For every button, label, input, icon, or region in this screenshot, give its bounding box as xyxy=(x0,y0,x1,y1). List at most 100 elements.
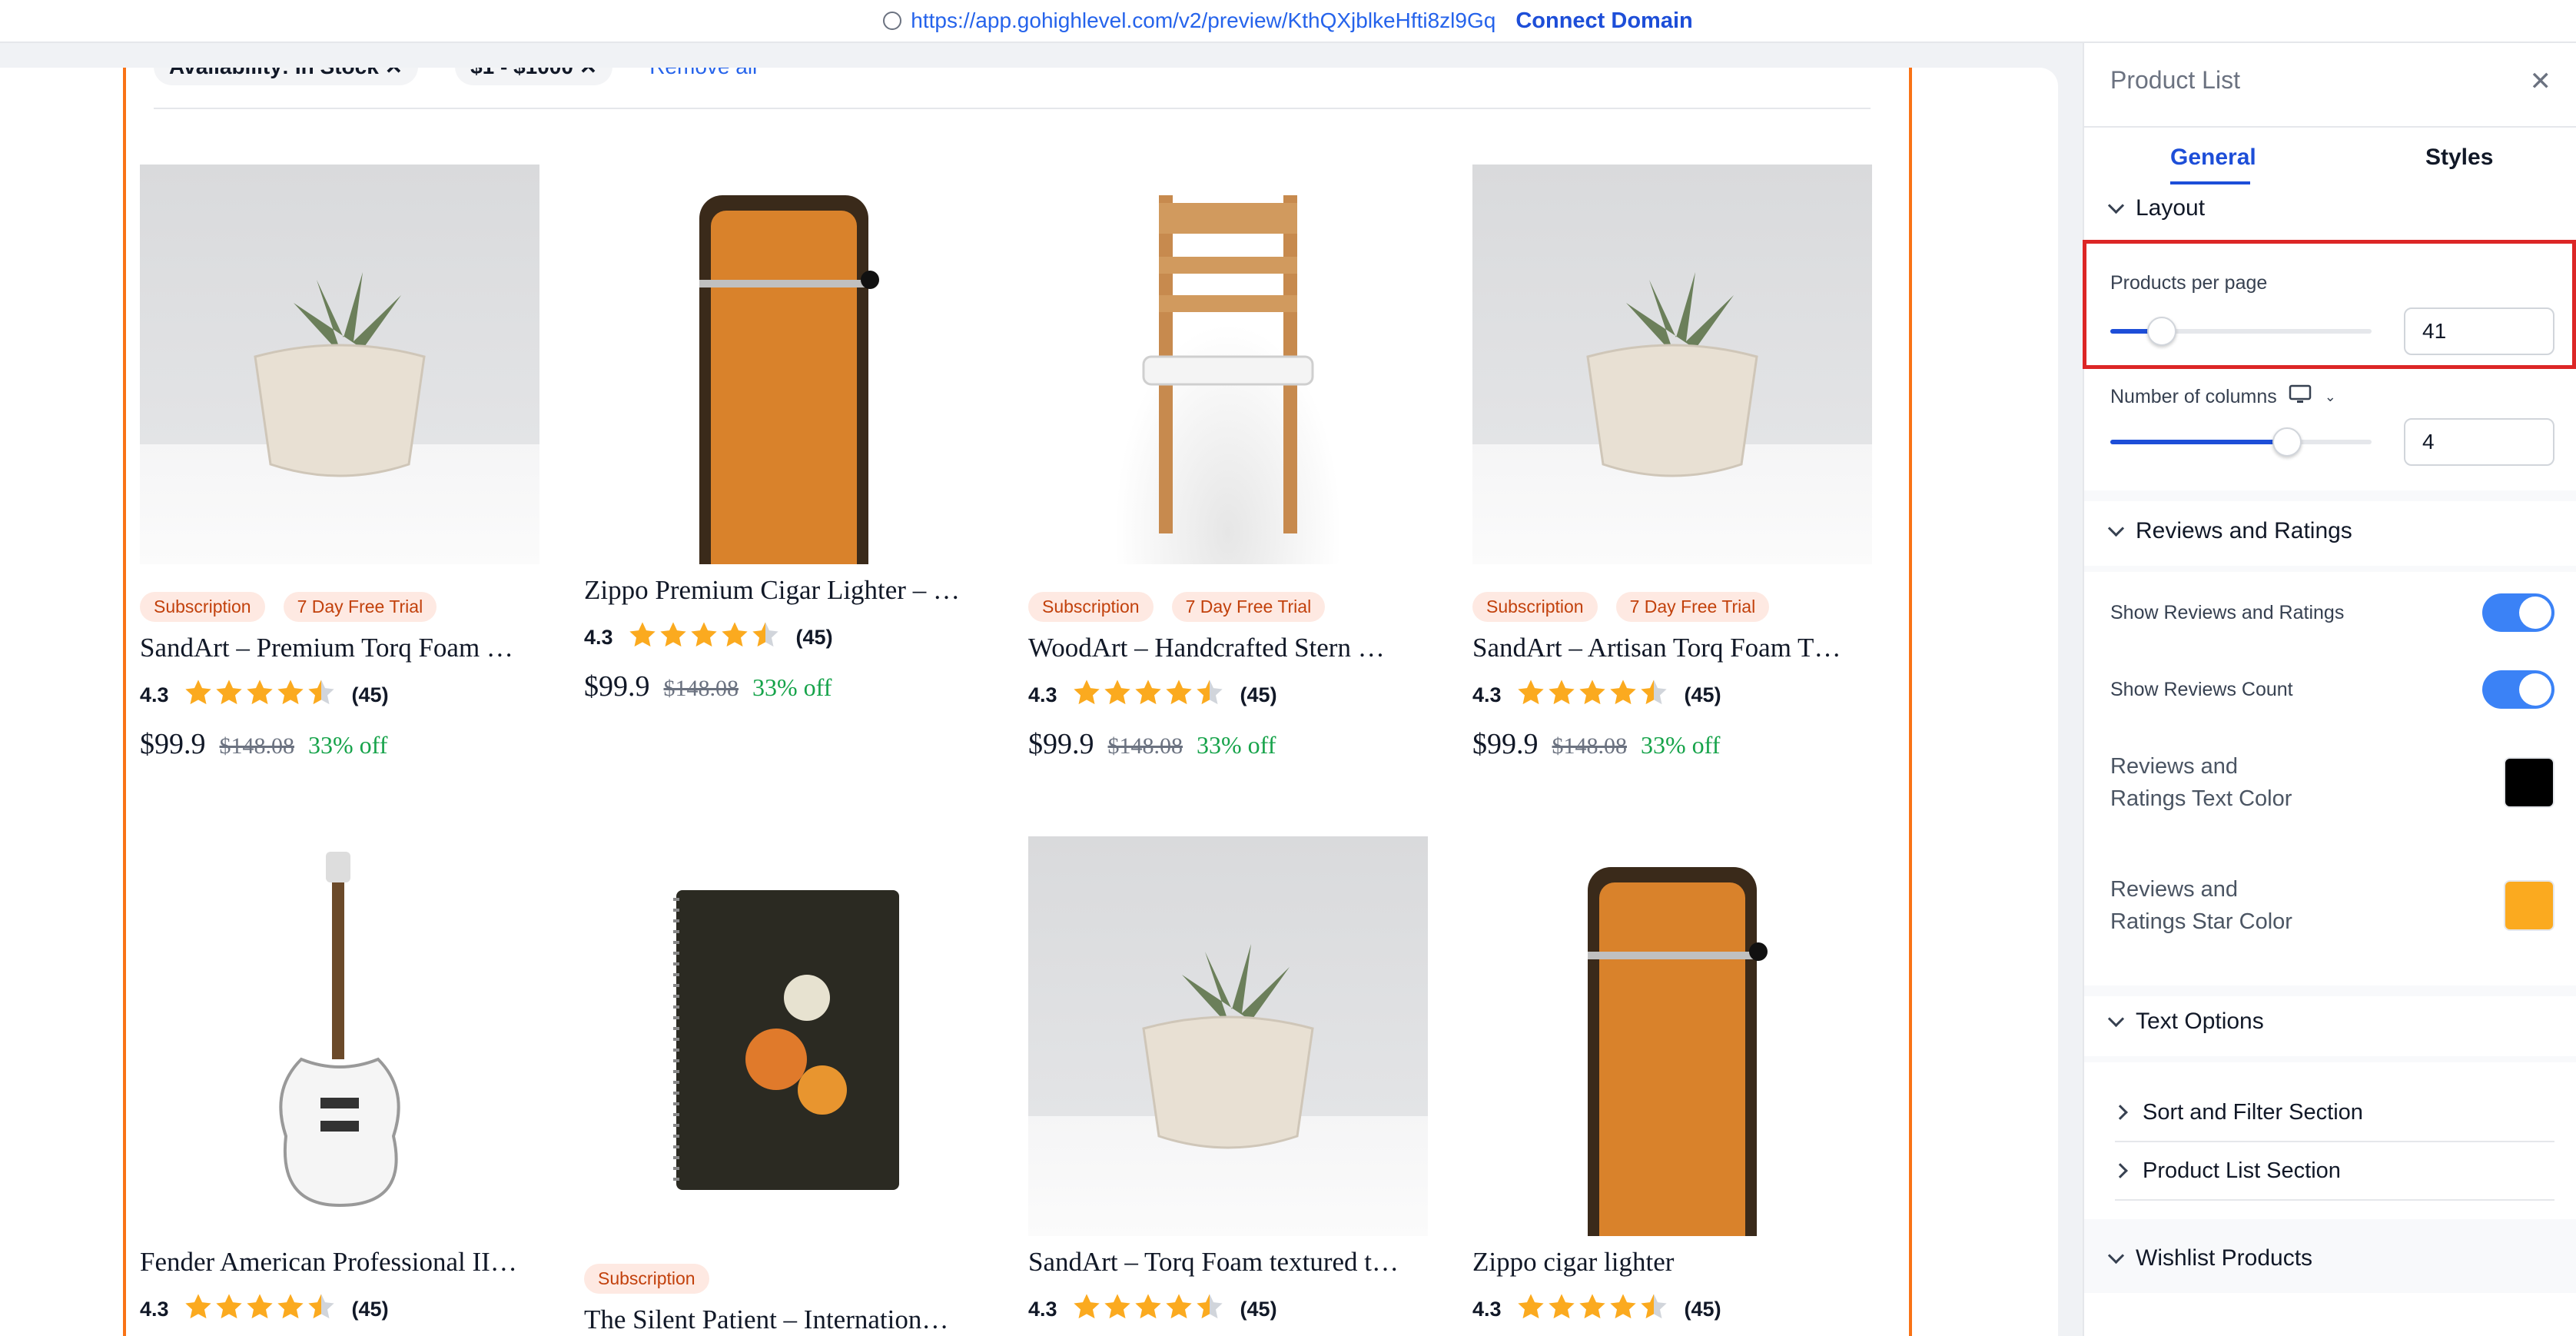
filter-chip-availability[interactable]: Availability: In Stock ✕ xyxy=(154,68,419,85)
lighter-icon[interactable] xyxy=(584,165,984,564)
sort-filter-section-item[interactable]: Sort and Filter Section xyxy=(2113,1084,2554,1142)
plant-icon[interactable] xyxy=(1472,165,1872,564)
free-trial-badge: 7 Day Free Trial xyxy=(283,592,437,622)
close-icon[interactable]: ✕ xyxy=(2530,66,2552,97)
product-price: $99.9 $148.08 33% off xyxy=(140,728,388,760)
notebook-icon[interactable] xyxy=(584,836,984,1236)
subscription-badge: Subscription xyxy=(1028,592,1154,622)
chevron-down-icon xyxy=(2107,1247,2125,1264)
globe-icon xyxy=(883,12,902,30)
tab-styles[interactable]: Styles xyxy=(2425,145,2493,171)
reviews-star-color-row: Reviews and Ratings Star Color xyxy=(2110,873,2554,938)
product-card[interactable]: Subscription 7 Day Free Trial WoodArt – H… xyxy=(1028,165,1428,761)
section-layout-title: Layout xyxy=(2136,195,2206,221)
star-icon xyxy=(1640,1294,1667,1319)
show-reviews-toggle[interactable] xyxy=(2482,593,2554,632)
product-title[interactable]: SandArt – Torq Foam textured t… xyxy=(1028,1247,1428,1278)
product-rating: 4.3 (45) xyxy=(1028,1291,1428,1328)
product-title[interactable]: SandArt – Premium Torq Foam … xyxy=(140,633,539,663)
star-icon xyxy=(1517,1294,1544,1319)
chevron-down-icon[interactable]: ⌄ xyxy=(2325,389,2336,405)
show-reviews-count-toggle[interactable] xyxy=(2482,670,2554,709)
subscription-badge: Subscription xyxy=(584,1264,709,1294)
star-icon xyxy=(690,622,717,647)
show-reviews-count-label: Show Reviews Count xyxy=(2110,678,2293,700)
preview-url[interactable]: https://app.gohighlevel.com/v2/preview/K… xyxy=(883,8,1495,33)
star-icon xyxy=(184,1294,211,1319)
product-title[interactable]: WoodArt – Handcrafted Stern … xyxy=(1028,633,1428,663)
star-rating xyxy=(183,677,337,713)
lighter-image xyxy=(1588,867,1768,1236)
reviews-text-color-swatch[interactable] xyxy=(2504,757,2554,808)
plant-icon[interactable] xyxy=(1028,836,1428,1236)
chair-icon[interactable] xyxy=(1028,165,1428,564)
section-layout-toggle[interactable]: Layout xyxy=(2107,195,2206,221)
star-icon xyxy=(1196,680,1223,705)
section-text-options-toggle[interactable]: Text Options xyxy=(2107,1009,2264,1035)
guitar-image xyxy=(279,852,400,1208)
products-per-page-highlight xyxy=(2083,240,2576,369)
star-rating xyxy=(183,1291,337,1328)
product-card[interactable]: Subscription The Silent Patient – Intern… xyxy=(584,836,984,1335)
tab-general[interactable]: General xyxy=(2170,145,2256,171)
columns-label-row: Number of columns ⌄ xyxy=(2110,384,2336,410)
show-reviews-label: Show Reviews and Ratings xyxy=(2110,601,2345,623)
product-card[interactable]: Subscription 7 Day Free Trial SandArt – P… xyxy=(140,165,539,761)
star-icon xyxy=(277,680,304,705)
columns-slider[interactable] xyxy=(2110,427,2372,457)
product-title[interactable]: Zippo cigar lighter xyxy=(1472,1247,1872,1278)
star-icon xyxy=(1073,1294,1100,1319)
lighter-icon[interactable] xyxy=(1472,836,1872,1236)
reviews-star-color-swatch[interactable] xyxy=(2504,880,2554,931)
section-reviews-toggle[interactable]: Reviews and Ratings xyxy=(2107,518,2352,544)
star-rating xyxy=(627,620,781,656)
section-wishlist-toggle[interactable]: Wishlist Products xyxy=(2107,1245,2313,1271)
free-trial-badge: 7 Day Free Trial xyxy=(1171,592,1326,622)
filter-chip-price[interactable]: $1 - $1000 ✕ xyxy=(455,68,613,85)
star-icon xyxy=(1548,1294,1575,1319)
plant-icon[interactable] xyxy=(140,165,539,564)
panel-title: Product List xyxy=(2110,66,2240,94)
slider-thumb[interactable] xyxy=(2272,427,2302,457)
section-reviews-title: Reviews and Ratings xyxy=(2136,518,2352,543)
star-icon xyxy=(184,680,211,705)
star-icon xyxy=(1196,1294,1223,1319)
star-icon xyxy=(1609,680,1636,705)
preview-url-text[interactable]: https://app.gohighlevel.com/v2/preview/K… xyxy=(911,8,1495,33)
reviews-text-color-row: Reviews and Ratings Text Color xyxy=(2110,750,2554,815)
section-separator xyxy=(2084,1056,2576,1062)
product-card[interactable]: Subscription 7 Day Free Trial SandArt – A… xyxy=(1472,165,1872,761)
product-list-section-item[interactable]: Product List Section xyxy=(2113,1142,2554,1201)
preview-canvas: Availability: In Stock ✕ $1 - $1000 ✕ Re… xyxy=(0,68,2058,1336)
section-wishlist-title: Wishlist Products xyxy=(2136,1245,2313,1271)
chevron-right-icon xyxy=(2113,1105,2128,1120)
subscription-badge: Subscription xyxy=(1472,592,1598,622)
product-title[interactable]: Zippo Premium Cigar Lighter – … xyxy=(584,575,984,606)
plant-image xyxy=(1142,944,1314,1149)
star-icon xyxy=(1104,680,1130,705)
star-icon xyxy=(1165,1294,1192,1319)
star-icon xyxy=(1104,1294,1130,1319)
product-title[interactable]: SandArt – Artisan Torq Foam T… xyxy=(1472,633,1872,663)
star-icon xyxy=(1548,680,1575,705)
active-tab-indicator xyxy=(2170,181,2250,184)
product-card[interactable]: Zippo Premium Cigar Lighter – … 4.3 (45) … xyxy=(584,165,984,703)
product-card[interactable]: Fender American Professional II… 4.3 (45) xyxy=(140,836,539,1328)
star-icon xyxy=(1165,680,1192,705)
product-card[interactable]: SandArt – Torq Foam textured t… 4.3 (45) xyxy=(1028,836,1428,1328)
product-title[interactable]: Fender American Professional II… xyxy=(140,1247,539,1278)
star-icon xyxy=(1073,680,1100,705)
remove-all-filters-link[interactable]: Remove all xyxy=(649,68,757,79)
connect-domain-link[interactable]: Connect Domain xyxy=(1515,8,1692,34)
guitar-icon[interactable] xyxy=(140,836,539,1236)
section-separator xyxy=(2084,566,2576,572)
columns-input[interactable]: 4 xyxy=(2404,418,2554,466)
product-rating: 4.3 (45) xyxy=(140,677,539,713)
star-icon xyxy=(721,622,748,647)
desktop-icon[interactable] xyxy=(2288,384,2314,410)
star-icon xyxy=(1134,680,1161,705)
product-title[interactable]: The Silent Patient – Internation… xyxy=(584,1304,984,1335)
product-card[interactable]: Zippo cigar lighter 4.3 (45) xyxy=(1472,836,1872,1328)
free-trial-badge: 7 Day Free Trial xyxy=(1615,592,1770,622)
product-rating: 4.3 (45) xyxy=(1028,677,1428,713)
